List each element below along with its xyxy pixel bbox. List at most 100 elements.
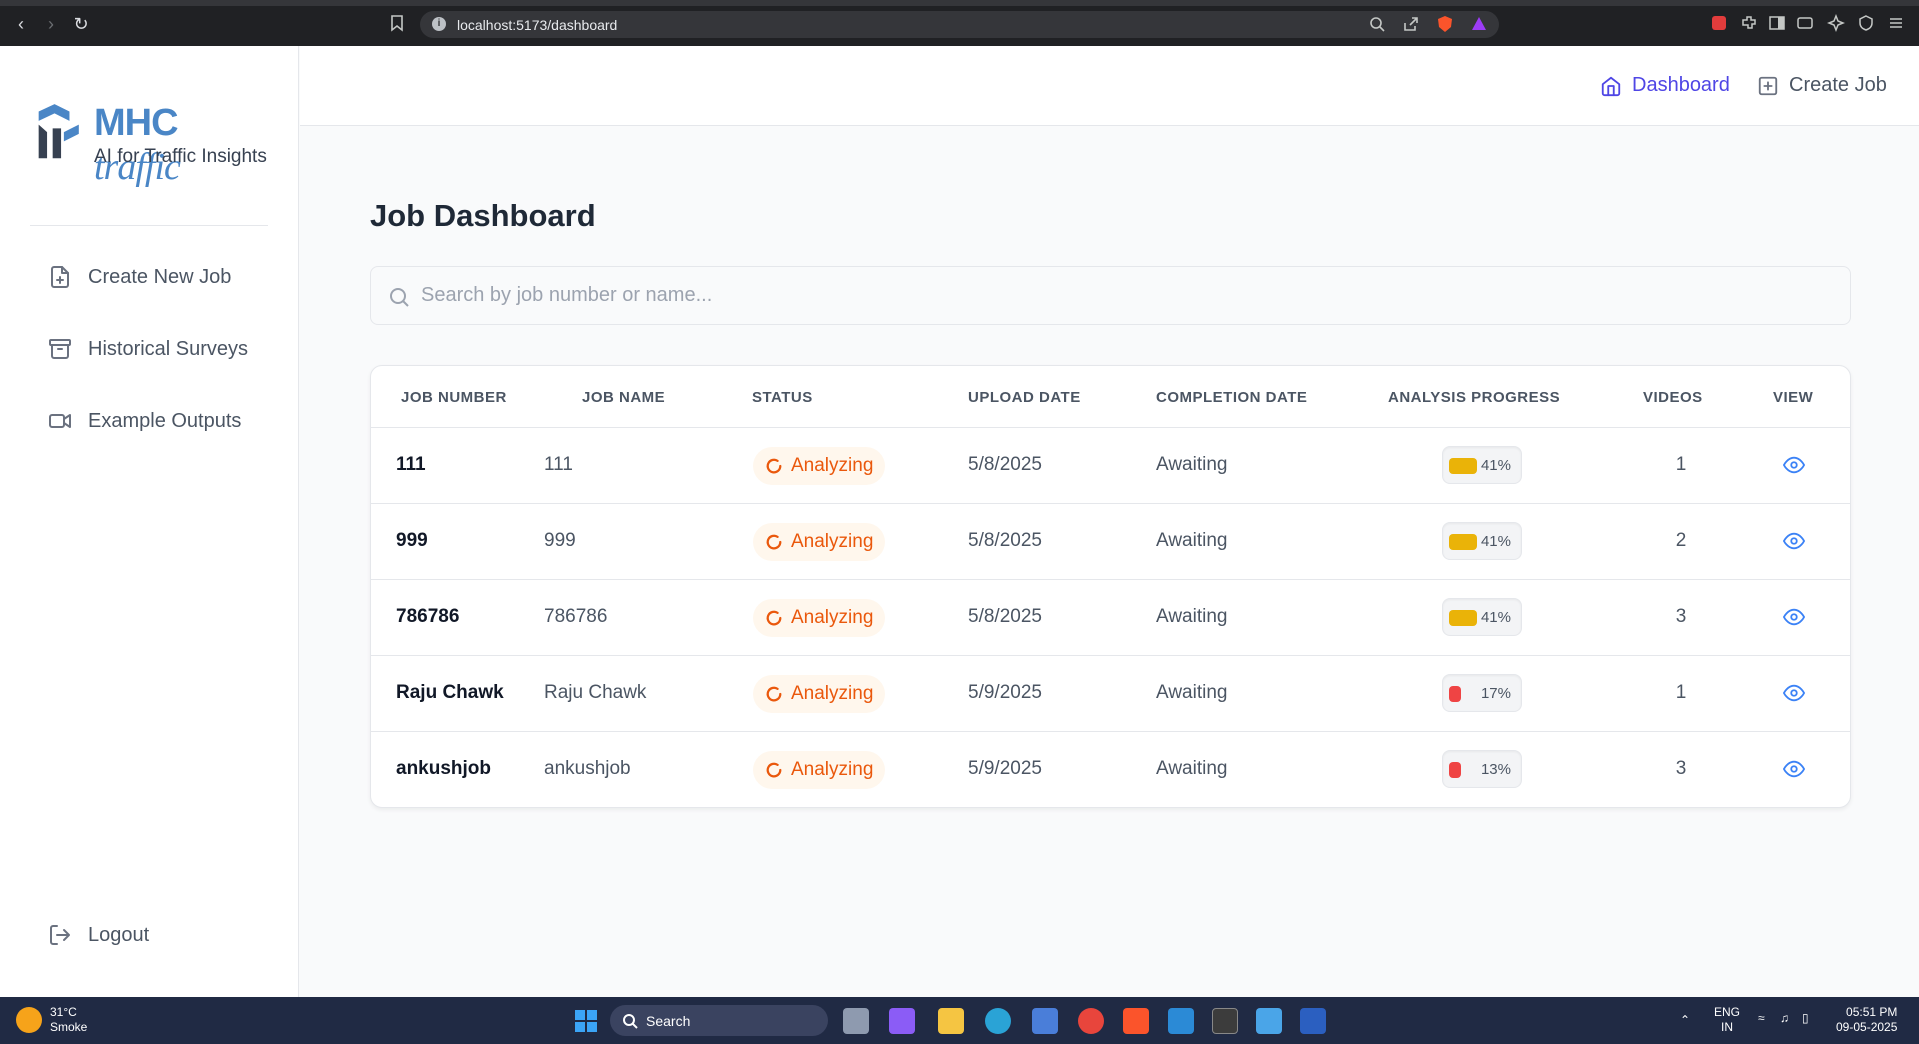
cell-completion-date: Awaiting	[1156, 454, 1228, 475]
header-job-number: JOB NUMBER	[401, 389, 507, 406]
loader-icon	[766, 686, 782, 702]
view-button[interactable]	[1782, 606, 1807, 630]
sidebar-item-historical-surveys[interactable]: Historical Surveys	[48, 337, 248, 361]
brave-icon[interactable]	[1123, 1008, 1149, 1034]
header-upload-date: UPLOAD DATE	[968, 389, 1081, 406]
cell-videos: 3	[1675, 758, 1687, 779]
progress-fill	[1449, 534, 1477, 550]
progress-indicator: 13%	[1442, 750, 1522, 788]
bookmark-icon[interactable]	[388, 14, 406, 32]
lang-bottom: IN	[1721, 1020, 1733, 1034]
back-icon[interactable]: ‹	[10, 13, 32, 35]
battery-icon[interactable]: ▯	[1802, 1011, 1809, 1026]
address-bar[interactable]: i localhost:5173/dashboard	[420, 11, 1499, 38]
view-button[interactable]	[1782, 454, 1807, 478]
clock[interactable]: 05:51 PM 09-05-2025	[1836, 1005, 1897, 1035]
weather-widget[interactable]: 31°C Smoke	[16, 1005, 87, 1035]
header-completion-date: COMPLETION DATE	[1156, 389, 1308, 406]
plus-square-icon	[1758, 76, 1778, 95]
weather-icon	[16, 1007, 42, 1033]
forward-icon[interactable]: ›	[40, 13, 62, 35]
edge-icon[interactable]	[985, 1008, 1011, 1034]
table-header: JOB NUMBER JOB NAME STATUS UPLOAD DATE C…	[371, 366, 1850, 428]
vpn-icon[interactable]	[1857, 14, 1875, 32]
view-button[interactable]	[1782, 758, 1807, 782]
taskbar-search[interactable]: Search	[610, 1005, 828, 1036]
status-badge: Analyzing	[753, 599, 886, 637]
loader-icon	[766, 458, 782, 474]
table-row: Raju Chawk Raju Chawk Analyzing 5/9/2025…	[371, 656, 1850, 732]
file-explorer-icon[interactable]	[938, 1008, 964, 1034]
brave-rewards-icon[interactable]	[1470, 15, 1488, 33]
volume-icon[interactable]: ♫	[1780, 1011, 1789, 1026]
search-input[interactable]	[421, 267, 1841, 324]
loader-icon	[766, 762, 782, 778]
brave-shield-icon[interactable]	[1436, 15, 1454, 33]
windows-start-icon[interactable]	[573, 1008, 599, 1034]
cell-upload-date: 5/8/2025	[968, 530, 1042, 551]
top-navbar: Dashboard Create Job	[300, 46, 1919, 126]
header-job-name: JOB NAME	[582, 389, 666, 406]
logo-subtitle: AI for Traffic Insights	[94, 146, 267, 167]
site-info-icon[interactable]: i	[432, 17, 446, 31]
sidebar-item-label: Historical Surveys	[88, 337, 249, 360]
puzzle-icon[interactable]	[1740, 14, 1758, 32]
language-indicator[interactable]: ENG IN	[1714, 1005, 1740, 1035]
sidebar-toggle-icon[interactable]	[1768, 14, 1786, 32]
extension-icon[interactable]	[1710, 14, 1728, 32]
progress-label: 41%	[1480, 457, 1511, 474]
weather-temp: 31°C	[50, 1005, 77, 1019]
store-icon[interactable]	[1032, 1008, 1058, 1034]
sidebar-item-create-new-job[interactable]: Create New Job	[48, 265, 231, 289]
brand-logo[interactable]: MHC traffic AI for Traffic Insights	[34, 96, 267, 188]
loader-icon	[766, 534, 782, 550]
cell-job-number: ankushjob	[396, 758, 492, 779]
share-icon[interactable]	[1402, 15, 1420, 33]
cell-upload-date: 5/8/2025	[968, 454, 1042, 475]
address-url: localhost:5173/dashboard	[457, 17, 618, 33]
task-view-icon[interactable]	[843, 1008, 869, 1034]
video-icon	[49, 414, 71, 428]
file-plus-icon	[51, 266, 69, 288]
sidebar-item-example-outputs[interactable]: Example Outputs	[48, 409, 241, 433]
header-analysis-progress: ANALYSIS PROGRESS	[1388, 389, 1561, 406]
progress-indicator: 41%	[1442, 598, 1522, 636]
progress-fill	[1449, 610, 1477, 626]
progress-label: 17%	[1480, 685, 1511, 702]
eye-icon	[1782, 608, 1806, 626]
vscode-icon[interactable]	[1168, 1008, 1194, 1034]
cell-videos: 1	[1675, 454, 1687, 475]
chrome-icon[interactable]	[1078, 1008, 1104, 1034]
cell-upload-date: 5/8/2025	[968, 606, 1042, 627]
nav-create-job-link[interactable]: Create Job	[1757, 74, 1887, 97]
sidebar-item-label: Example Outputs	[88, 409, 242, 432]
cell-job-name: Raju Chawk	[544, 682, 647, 703]
word-icon[interactable]	[1300, 1008, 1326, 1034]
terminal-icon[interactable]	[1212, 1008, 1238, 1034]
status-label: Analyzing	[791, 607, 874, 628]
progress-fill	[1449, 762, 1461, 778]
zoom-icon[interactable]	[1368, 15, 1386, 33]
notepad-icon[interactable]	[1256, 1008, 1282, 1034]
wallet-icon[interactable]	[1796, 14, 1814, 32]
leo-ai-icon[interactable]	[1826, 13, 1846, 33]
progress-label: 13%	[1480, 761, 1511, 778]
browser-toolbar: ‹ › ↻ i localhost:5173/dashboard	[0, 0, 1919, 46]
view-button[interactable]	[1782, 682, 1807, 706]
menu-icon[interactable]	[1887, 14, 1905, 32]
status-label: Analyzing	[791, 683, 874, 704]
view-button[interactable]	[1782, 530, 1807, 554]
progress-indicator: 41%	[1442, 522, 1522, 560]
clock-time: 05:51 PM	[1846, 1005, 1898, 1019]
wifi-icon[interactable]: ≈	[1758, 1011, 1765, 1026]
reload-icon[interactable]: ↻	[70, 13, 92, 35]
tray-chevron-icon[interactable]: ⌃	[1680, 1013, 1690, 1028]
search-box[interactable]	[370, 266, 1851, 325]
progress-label: 41%	[1480, 533, 1511, 550]
cell-completion-date: Awaiting	[1156, 758, 1228, 779]
logout-button[interactable]: Logout	[48, 923, 149, 947]
copilot-icon[interactable]	[889, 1008, 915, 1034]
status-badge: Analyzing	[753, 675, 886, 713]
cell-job-name: 111	[544, 454, 573, 475]
nav-dashboard-link[interactable]: Dashboard	[1600, 74, 1730, 97]
